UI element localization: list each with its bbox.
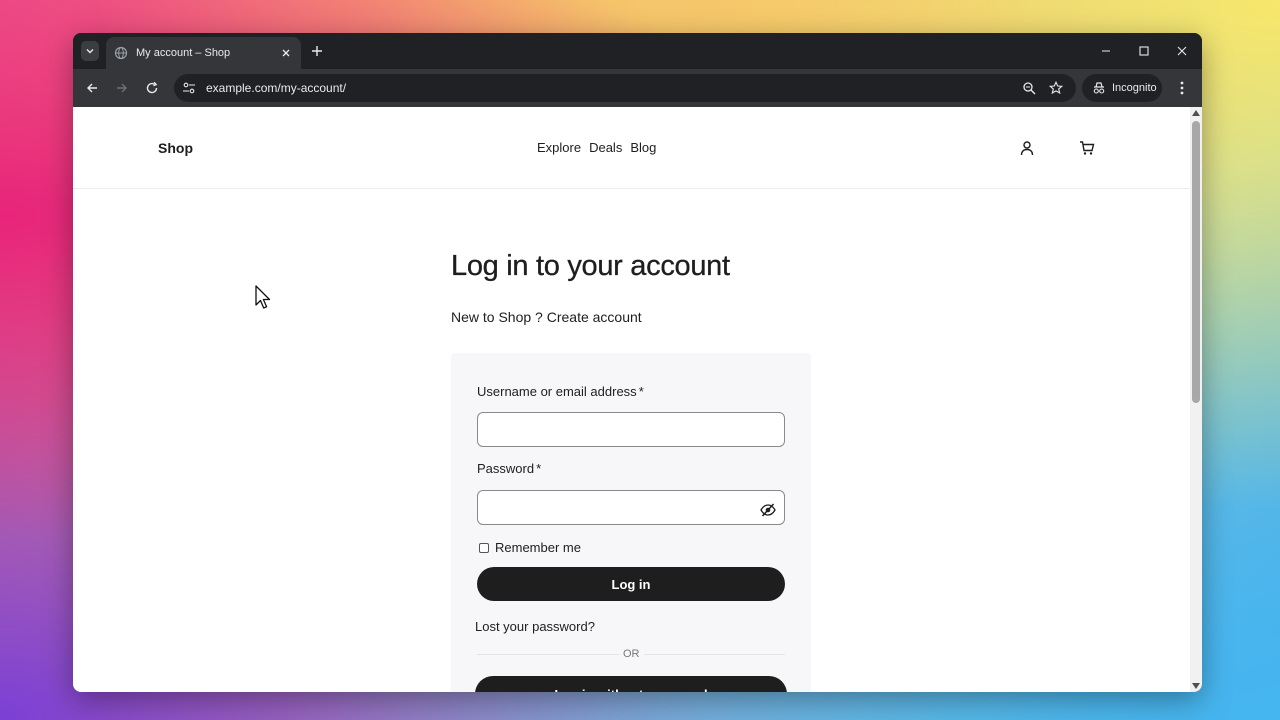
forward-arrow-icon[interactable] <box>114 80 130 96</box>
page-content: Shop Explore Deals Blog Log in to your a… <box>73 107 1190 692</box>
remember-label: Remember me <box>495 540 581 555</box>
cart-icon[interactable] <box>1078 139 1096 157</box>
account-icon[interactable] <box>1018 139 1036 157</box>
page-title: Log in to your account <box>451 250 730 282</box>
site-brand[interactable]: Shop <box>158 140 193 156</box>
reload-icon[interactable] <box>144 80 160 96</box>
login-form: Username or email address * Password * Rem… <box>451 353 811 692</box>
incognito-icon <box>1093 82 1105 94</box>
zoom-icon[interactable] <box>1022 81 1036 95</box>
signup-prompt[interactable]: New to Shop ? Create account <box>451 309 642 325</box>
required-mark: * <box>536 461 542 476</box>
browser-window: My account – Shop example.com/my-account… <box>73 33 1202 692</box>
mouse-cursor-icon <box>255 285 271 309</box>
tab-my-account[interactable]: My account – Shop <box>106 37 301 69</box>
site-info-icon[interactable] <box>182 81 196 95</box>
more-menu-icon[interactable] <box>1174 80 1190 96</box>
passwordless-login-button[interactable]: Log in without password <box>475 676 787 692</box>
globe-icon <box>114 46 128 60</box>
page-scrollbar[interactable] <box>1190 107 1202 692</box>
scroll-down-icon[interactable] <box>1192 683 1200 689</box>
nav-explore[interactable]: Explore <box>537 140 581 155</box>
tab-title: My account – Shop <box>136 47 231 59</box>
remember-me[interactable]: Remember me <box>479 540 581 555</box>
password-label: Password * <box>477 461 541 476</box>
username-label-text: Username or email address <box>477 384 637 399</box>
url-text[interactable]: example.com/my-account/ <box>206 81 1022 95</box>
nav-blog[interactable]: Blog <box>630 140 656 155</box>
scroll-up-icon[interactable] <box>1192 110 1200 116</box>
maximize-icon[interactable] <box>1136 43 1152 59</box>
window-close-icon[interactable] <box>1174 43 1190 59</box>
site-header: Shop Explore Deals Blog <box>73 107 1190 189</box>
address-bar[interactable]: example.com/my-account/ <box>174 74 1076 102</box>
password-input[interactable] <box>477 490 785 525</box>
remember-checkbox[interactable] <box>479 542 489 553</box>
nav-deals[interactable]: Deals <box>589 140 622 155</box>
lost-password-link[interactable]: Lost your password? <box>475 619 595 634</box>
eye-slash-icon[interactable] <box>759 501 777 519</box>
new-tab-icon[interactable] <box>309 43 325 59</box>
username-input[interactable] <box>477 412 785 447</box>
scrollbar-thumb[interactable] <box>1192 121 1200 403</box>
password-label-text: Password <box>477 461 535 476</box>
back-arrow-icon[interactable] <box>84 80 100 96</box>
chevron-down-icon <box>86 49 94 54</box>
required-mark: * <box>638 384 644 399</box>
tab-close-icon[interactable] <box>279 46 293 60</box>
bookmark-star-icon[interactable] <box>1049 81 1063 95</box>
minimize-icon[interactable] <box>1098 43 1114 59</box>
tab-search-button[interactable] <box>81 41 99 61</box>
username-label: Username or email address * <box>477 384 644 399</box>
incognito-label: Incognito <box>1112 82 1157 94</box>
incognito-badge[interactable]: Incognito <box>1082 74 1162 102</box>
or-label: OR <box>619 648 644 660</box>
browser-toolbar: example.com/my-account/ Incognito <box>73 69 1202 107</box>
tab-strip: My account – Shop <box>73 33 1202 69</box>
login-button[interactable]: Log in <box>477 567 785 601</box>
site-nav: Explore Deals Blog <box>537 140 656 155</box>
